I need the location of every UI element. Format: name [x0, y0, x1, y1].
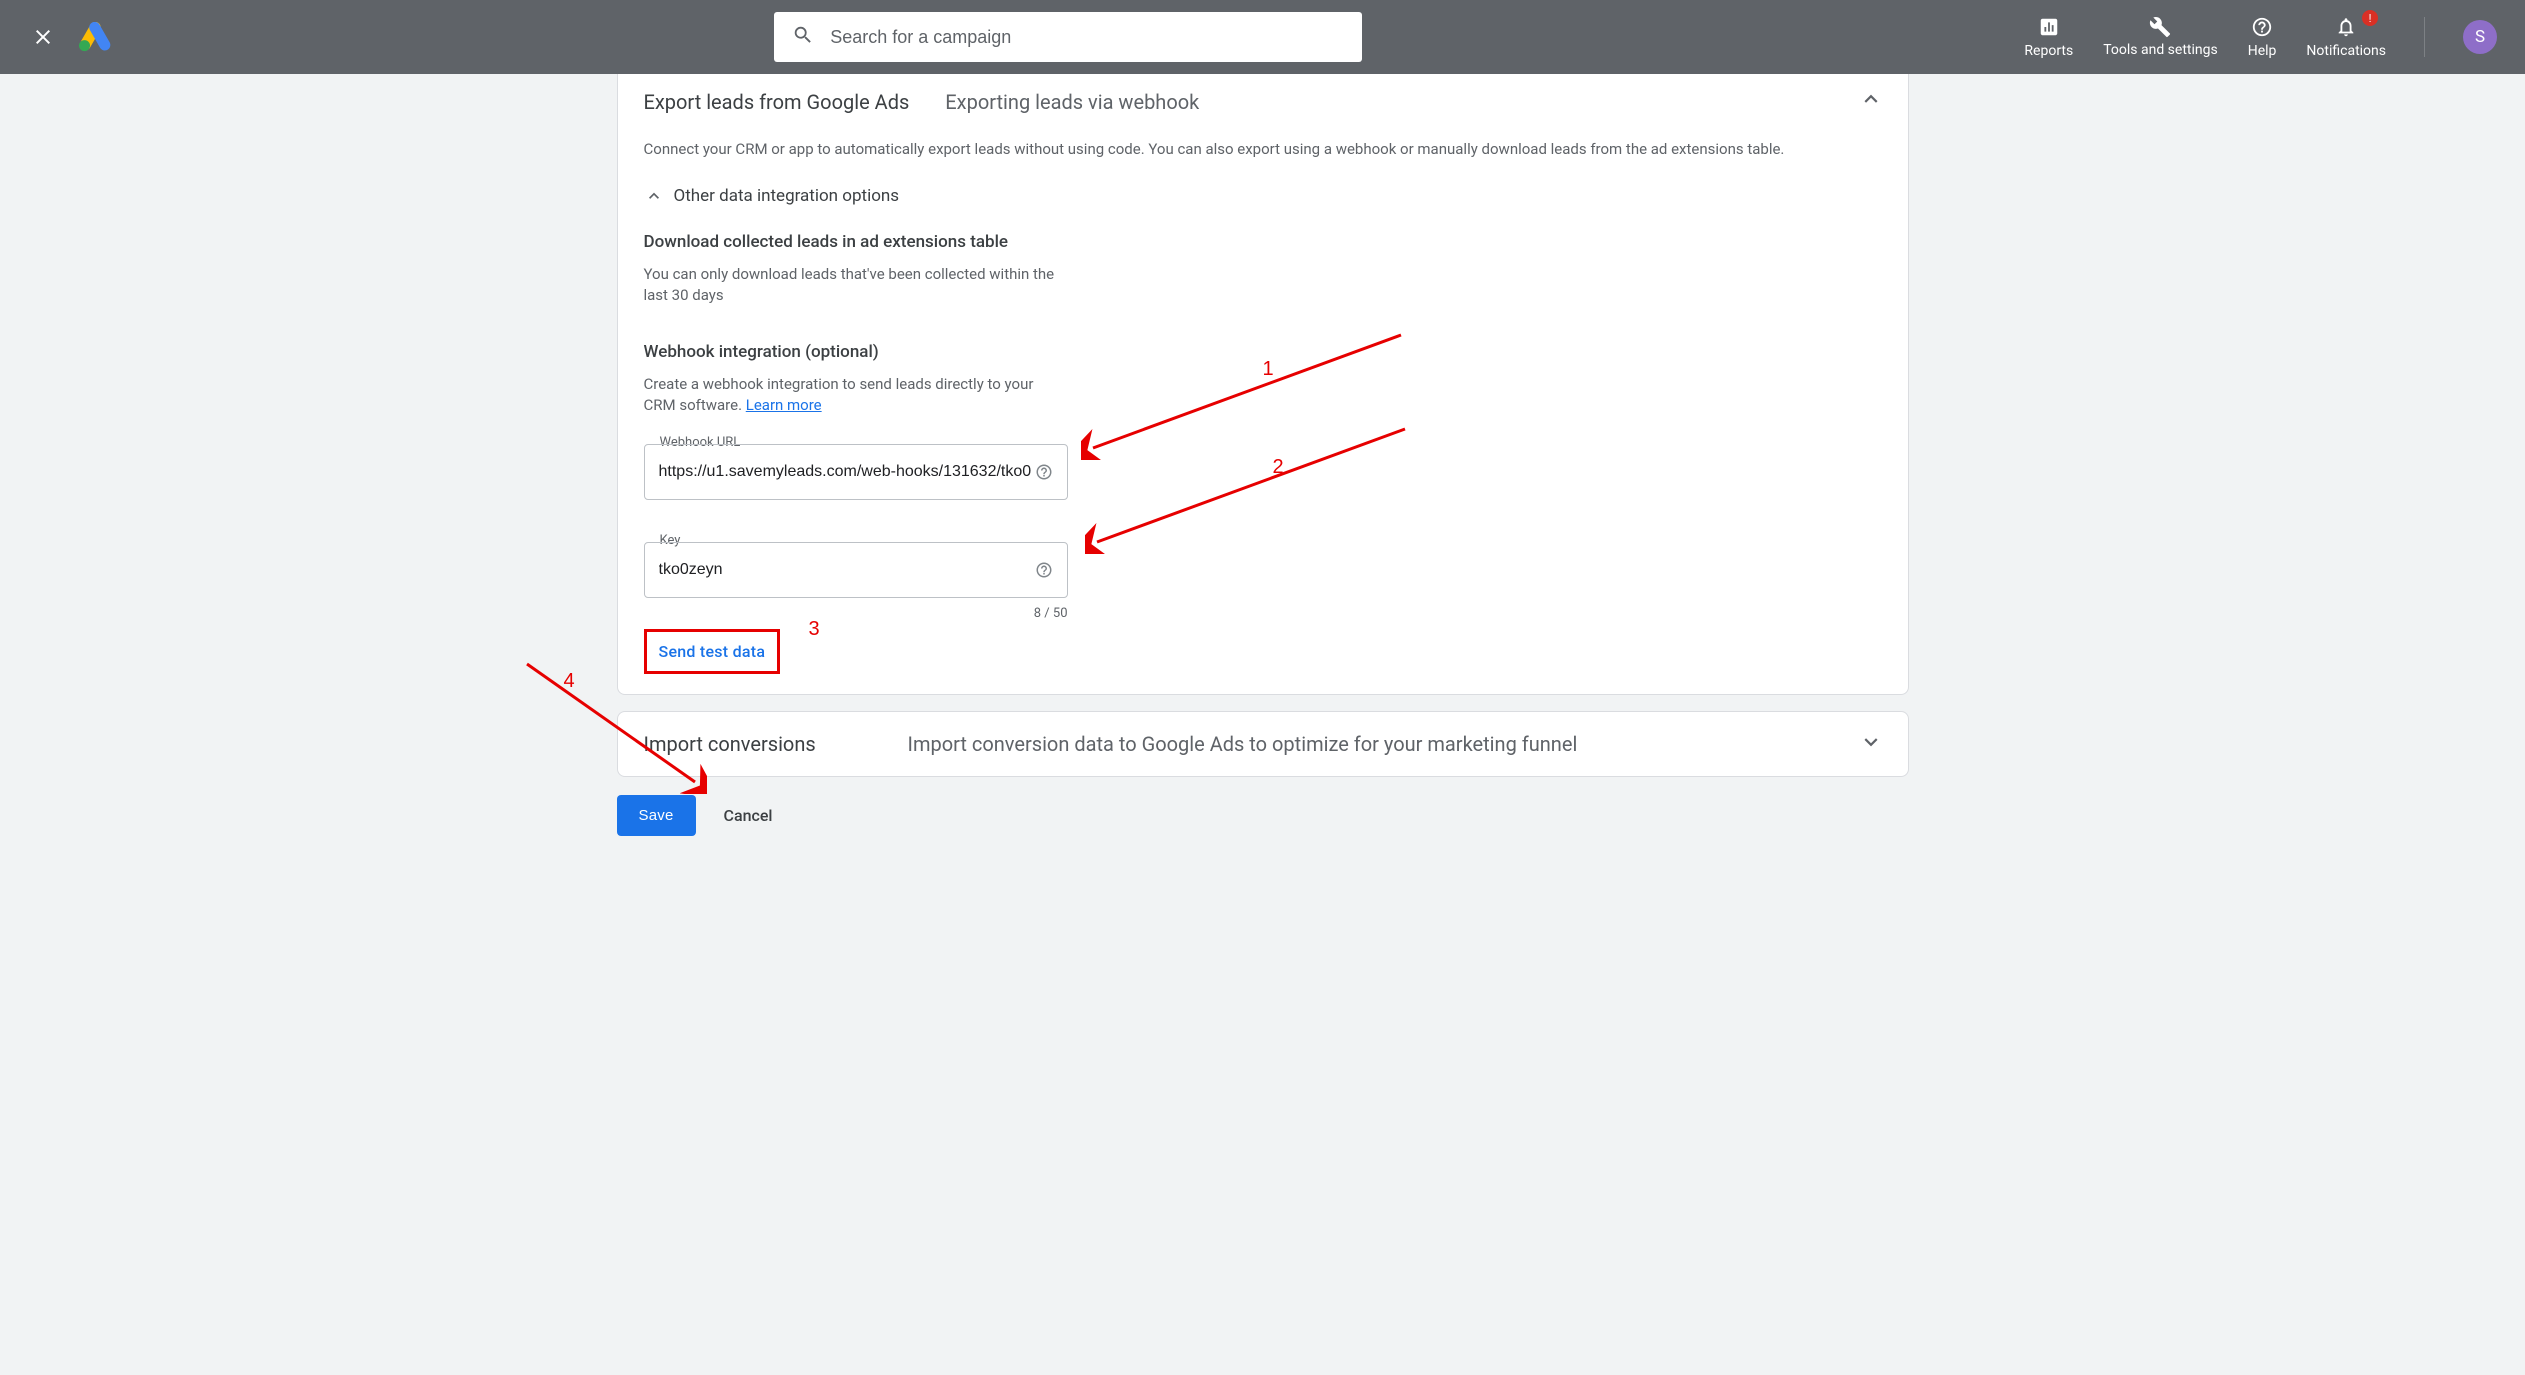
- download-leads-title: Download collected leads in ad extension…: [644, 232, 1882, 252]
- app-header: Reports Tools and settings Help ! Notifi…: [0, 0, 2525, 74]
- chevron-up-icon: [1858, 86, 1884, 112]
- card-header-row: Export leads from Google Ads Exporting l…: [644, 80, 1882, 124]
- cancel-button[interactable]: Cancel: [716, 796, 781, 835]
- header-divider: [2424, 17, 2425, 57]
- notification-badge: !: [2362, 10, 2378, 26]
- help-icon[interactable]: [1035, 561, 1053, 579]
- import-conversions-card[interactable]: Import conversions Import conversion dat…: [617, 711, 1909, 777]
- avatar[interactable]: S: [2463, 20, 2497, 54]
- save-button[interactable]: Save: [617, 795, 696, 836]
- help-label: Help: [2248, 43, 2277, 59]
- help-button[interactable]: Help: [2248, 15, 2277, 59]
- search-icon: [792, 24, 814, 50]
- google-ads-logo: [78, 20, 112, 54]
- page-content: Export leads from Google Ads Exporting l…: [617, 74, 1909, 848]
- wrench-icon: [2149, 15, 2171, 39]
- footer-actions: Save Cancel: [617, 793, 1909, 848]
- webhook-desc: Create a webhook integration to send lea…: [644, 374, 1064, 416]
- notifications-button[interactable]: ! Notifications: [2306, 15, 2386, 59]
- send-test-data-button[interactable]: Send test data: [649, 636, 776, 667]
- key-field: Key: [644, 542, 1068, 598]
- intro-text: Connect your CRM or app to automatically…: [644, 140, 1882, 158]
- tools-label: Tools and settings: [2103, 43, 2218, 58]
- download-leads-desc: You can only download leads that've been…: [644, 264, 1064, 306]
- close-icon: [31, 25, 55, 49]
- card-title-primary: Export leads from Google Ads: [644, 90, 910, 114]
- chevron-down-icon: [1858, 729, 1884, 755]
- search-input[interactable]: [830, 27, 1344, 48]
- other-options-toggle[interactable]: Other data integration options: [644, 186, 1882, 206]
- reports-icon: [2038, 15, 2060, 39]
- search-wrap: [112, 12, 2024, 62]
- import-title: Import conversions: [644, 732, 908, 756]
- key-box[interactable]: [644, 542, 1068, 598]
- annotation-4: 4: [564, 670, 575, 693]
- key-input[interactable]: [659, 561, 1035, 579]
- webhook-url-input[interactable]: [659, 463, 1035, 481]
- other-options-label: Other data integration options: [674, 186, 900, 206]
- send-test-highlight: Send test data: [644, 629, 781, 674]
- webhook-desc-text: Create a webhook integration to send lea…: [644, 375, 1034, 414]
- chevron-up-icon: [644, 186, 664, 206]
- import-desc: Import conversion data to Google Ads to …: [908, 732, 1578, 756]
- collapse-button[interactable]: [1858, 86, 1884, 116]
- ads-logo-icon: [78, 22, 112, 52]
- close-button[interactable]: [28, 22, 58, 52]
- learn-more-link[interactable]: Learn more: [746, 396, 822, 414]
- reports-label: Reports: [2024, 43, 2073, 59]
- reports-button[interactable]: Reports: [2024, 15, 2073, 59]
- expand-button[interactable]: [1858, 729, 1884, 759]
- search-box[interactable]: [774, 12, 1362, 62]
- tools-settings-button[interactable]: Tools and settings: [2103, 15, 2218, 58]
- card-title-secondary: Exporting leads via webhook: [945, 90, 1199, 114]
- header-actions: Reports Tools and settings Help ! Notifi…: [2024, 15, 2497, 59]
- webhook-url-field: Webhook URL: [644, 444, 1068, 500]
- help-icon: [2251, 15, 2273, 39]
- help-icon[interactable]: [1035, 463, 1053, 481]
- webhook-url-box[interactable]: [644, 444, 1068, 500]
- webhook-title: Webhook integration (optional): [644, 342, 1882, 362]
- notifications-label: Notifications: [2306, 43, 2386, 59]
- bell-icon: [2335, 15, 2357, 39]
- key-char-counter: 8 / 50: [644, 606, 1068, 621]
- export-leads-card: Export leads from Google Ads Exporting l…: [617, 74, 1909, 695]
